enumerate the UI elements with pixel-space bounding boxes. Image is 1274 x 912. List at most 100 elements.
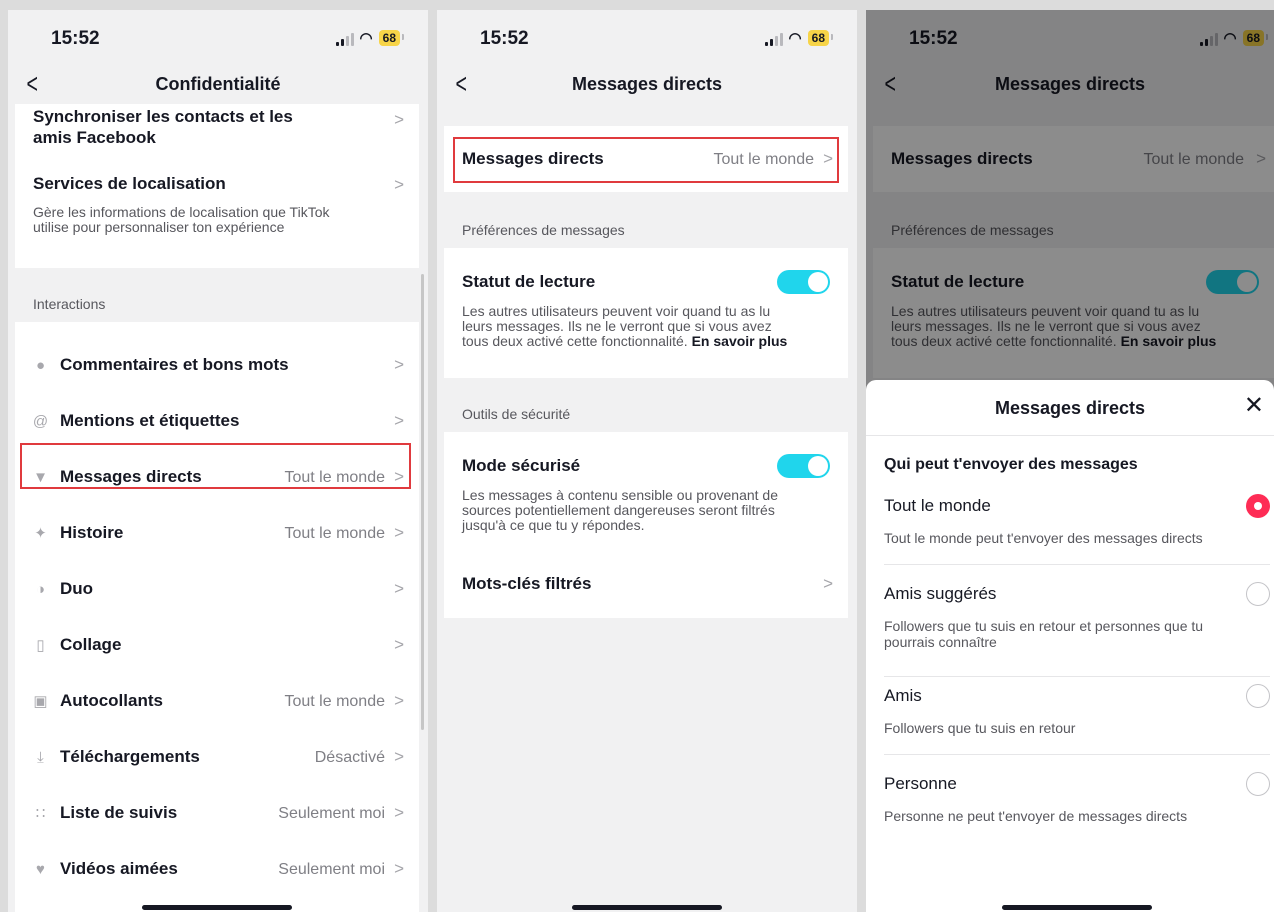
bottom-sheet: Messages directs ✕ Qui peut t'envoyer de… (866, 380, 1274, 912)
option-desc: Followers que tu suis en retour et perso… (884, 618, 1204, 634)
safe-mode-toggle[interactable] (777, 454, 830, 478)
sync-contacts-label: Synchroniser les contacts et les (33, 107, 293, 126)
list-item[interactable]: ♥ Vidéos aimées Seulement moi > (15, 842, 419, 898)
divider (884, 676, 1270, 677)
direct-messages-screen: 15:52 ◠ 68 < Messages directs Messages d… (437, 10, 857, 912)
read-status-desc-3: tous deux activé cette fonctionnalité. (462, 333, 688, 349)
list-item-value: Désactivé (314, 749, 385, 766)
list-item-value: Seulement moi (278, 805, 385, 822)
filtered-keywords-label: Mots-clés filtrés (462, 574, 592, 593)
safe-mode-desc: Les messages à contenu sensible ou prove… (462, 487, 778, 503)
safety-card: Mode sécurisé Les messages à contenu sen… (444, 432, 848, 618)
heart-icon: ♥ (36, 861, 45, 878)
home-indicator[interactable] (572, 905, 722, 910)
highlight-box (20, 443, 411, 489)
safe-mode-desc-2: sources potentiellement dangereuses sero… (462, 502, 775, 518)
option-desc-2: pourrais connaître (884, 634, 997, 650)
radio-selected-icon[interactable] (1246, 494, 1270, 518)
page-title: Messages directs (571, 74, 723, 94)
radio-empty-icon[interactable] (1246, 772, 1270, 796)
divider (884, 754, 1270, 755)
option-desc: Tout le monde peut t'envoyer des message… (884, 530, 1203, 546)
section-header-interactions: Interactions (33, 296, 106, 312)
highlight-box (453, 137, 839, 183)
list-item-label: Téléchargements (60, 747, 200, 766)
divider (866, 435, 1274, 436)
list-item-label: Autocollants (60, 691, 163, 710)
nav-bar: < Messages directs (437, 68, 857, 104)
section-header-safety-tools: Outils de sécurité (462, 406, 571, 422)
option-label: Tout le monde (884, 496, 991, 515)
sheet-title: Messages directs (994, 398, 1146, 418)
read-status-desc: Les autres utilisateurs peuvent voir qua… (462, 303, 771, 319)
direct-messages-sheet-screen: 15:52 ◠ 68 < Messages directs Messages d… (866, 10, 1274, 912)
privacy-screen: 15:52 ◠ 68 < Confidentialité Synchronise… (8, 10, 428, 912)
chevron-right-icon: > (394, 411, 404, 430)
read-status-card: Statut de lecture Les autres utilisateur… (444, 248, 848, 378)
list-item[interactable]: ▣ Autocollants Tout le monde > (15, 674, 419, 730)
chevron-right-icon: > (394, 747, 404, 766)
divider (884, 564, 1270, 565)
duo-icon: ◑ (35, 581, 46, 598)
wifi-icon: ◠ (788, 30, 802, 47)
list-item-label: Histoire (60, 523, 124, 542)
option-label: Amis suggérés (884, 584, 997, 603)
list-item[interactable]: ⤓ Téléchargements Désactivé > (15, 730, 419, 786)
sheet-question: Qui peut t'envoyer des messages (884, 456, 1138, 473)
scrollbar[interactable] (421, 274, 424, 730)
list-item-label: Mentions et étiquettes (60, 411, 240, 430)
list-item-label: Vidéos aimées (60, 859, 178, 878)
nav-bar: < Confidentialité (8, 68, 428, 104)
chevron-right-icon: > (394, 523, 404, 542)
page-title: Confidentialité (155, 74, 281, 94)
chevron-right-icon: > (394, 803, 404, 822)
chevron-right-icon: > (394, 635, 404, 654)
list-item[interactable]: ▯ Collage > (15, 618, 419, 674)
chevron-right-icon: > (823, 574, 833, 593)
list-item-label: Liste de suivis (60, 803, 178, 822)
dm-setting-card: Messages directs Tout le monde > (444, 126, 848, 192)
status-time: 15:52 (51, 28, 100, 49)
wifi-icon: ◠ (359, 30, 373, 47)
learn-more-link[interactable]: En savoir plus (692, 333, 788, 349)
list-item[interactable]: @ Mentions et étiquettes > (15, 394, 419, 450)
option-label: Personne (884, 774, 957, 793)
home-indicator[interactable] (1002, 905, 1152, 910)
chevron-right-icon: > (394, 579, 404, 598)
read-status-desc-2: leurs messages. Ils ne le verront que si… (462, 318, 772, 334)
filtered-keywords-row[interactable]: Mots-clés filtrés > (444, 556, 848, 612)
sticker-icon: ▣ (33, 693, 48, 710)
list-item-label: Duo (60, 579, 94, 598)
list-item[interactable]: ● Commentaires et bons mots > (15, 338, 419, 394)
comment-icon: ● (35, 357, 46, 374)
option-desc: Personne ne peut t'envoyer de messages d… (884, 808, 1188, 824)
read-status-label: Statut de lecture (462, 272, 596, 291)
chevron-right-icon: > (394, 175, 404, 194)
signal-icon (764, 33, 783, 46)
signal-icon (335, 33, 354, 46)
list-item[interactable]: ∷ Liste de suivis Seulement moi > (15, 786, 419, 842)
mention-icon: @ (32, 413, 49, 430)
chevron-right-icon: > (394, 110, 404, 129)
status-time: 15:52 (480, 28, 529, 49)
sync-contacts-label-2: amis Facebook (33, 128, 156, 147)
safe-mode-desc-3: jusqu'à ce que tu y répondes. (462, 517, 645, 533)
list-item-label: Collage (60, 635, 122, 654)
section-header-message-prefs: Préférences de messages (462, 222, 625, 238)
chevron-right-icon: > (394, 355, 404, 374)
radio-empty-icon[interactable] (1246, 684, 1270, 708)
radio-empty-icon[interactable] (1246, 582, 1270, 606)
status-bar: 15:52 ◠ 68 (437, 10, 857, 66)
status-bar: 15:52 ◠ 68 (8, 10, 428, 66)
location-desc: Gère les informations de localisation qu… (33, 204, 330, 220)
close-icon[interactable]: ✕ (1244, 394, 1264, 418)
read-status-toggle[interactable] (777, 270, 830, 294)
chevron-right-icon: > (394, 859, 404, 878)
list-item[interactable]: ✦ Histoire Tout le monde > (15, 506, 419, 562)
location-desc-2: utilise pour personnaliser ton expérienc… (33, 219, 285, 235)
settings-card-top: Synchroniser les contacts et les amis Fa… (15, 104, 419, 268)
home-indicator[interactable] (142, 905, 292, 910)
download-icon: ⤓ (37, 749, 44, 766)
list-item-value: Tout le monde (284, 693, 385, 710)
list-item[interactable]: ◑ Duo > (15, 562, 419, 618)
